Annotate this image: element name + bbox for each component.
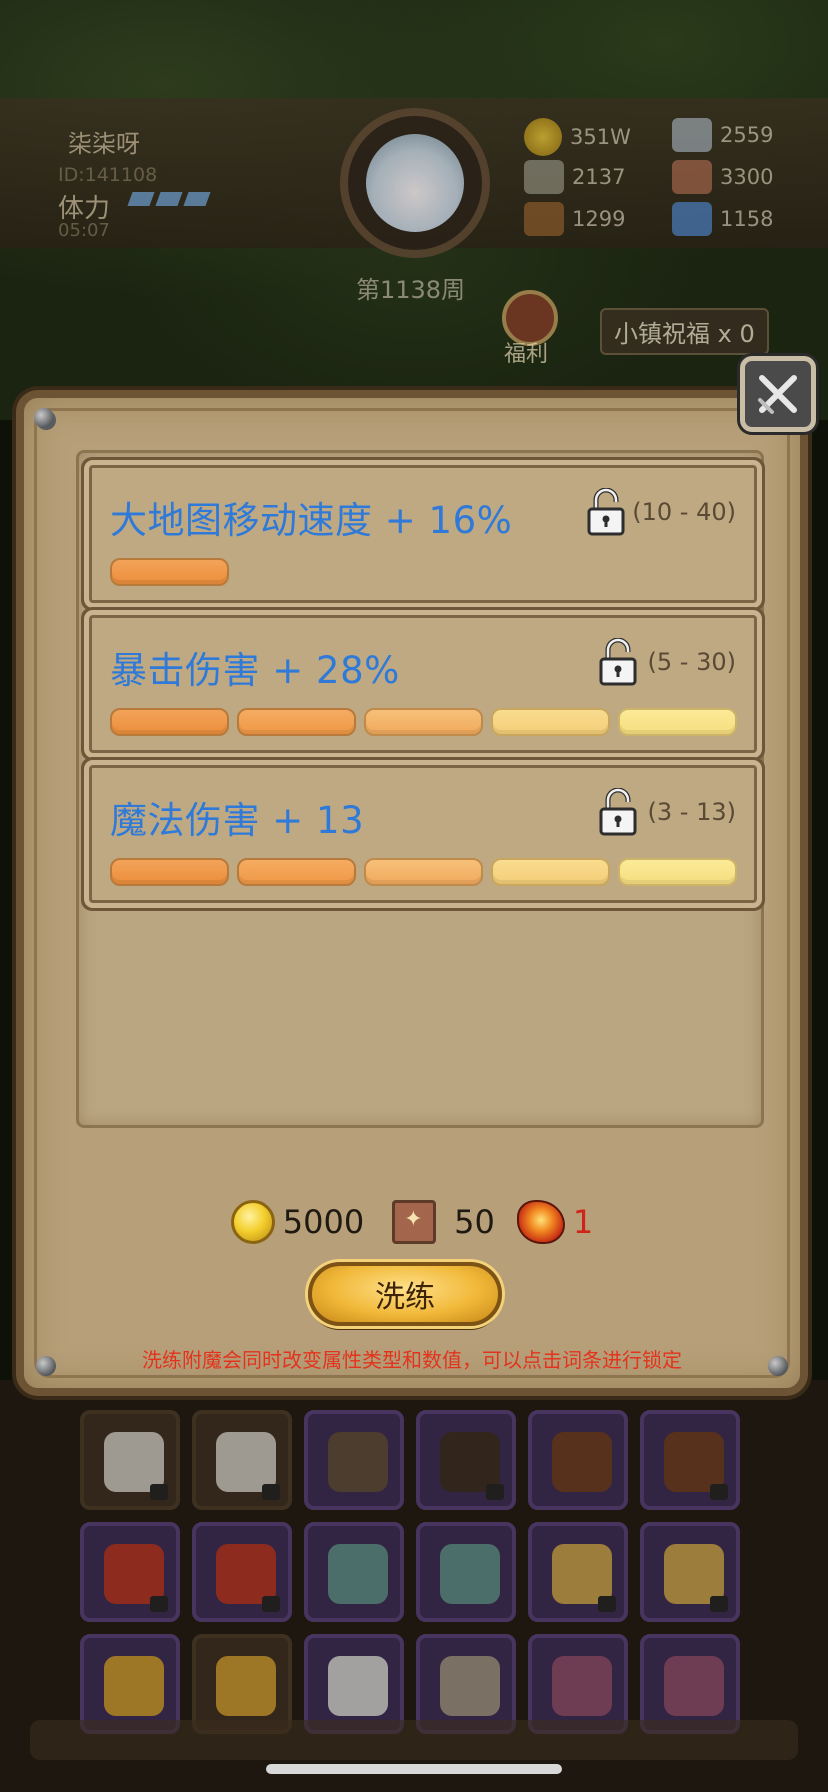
inventory-slot[interactable] [416,1410,516,1510]
bottom-bar [30,1720,798,1760]
attribute-name: 魔法伤害 + 13 [110,799,365,842]
inventory-slot[interactable] [192,1634,292,1734]
resource-crystal: 1158 [672,202,773,236]
player-id: ID:141108 [58,164,158,186]
inventory-slot[interactable] [80,1522,180,1622]
week-label: 第1138周 [356,276,466,304]
home-indicator [266,1764,562,1774]
inventory-slot[interactable] [304,1522,404,1622]
gold-coin-icon [524,118,562,156]
inventory-slot[interactable] [80,1410,180,1510]
cost-ore-value: 1 [572,1203,594,1241]
quality-bar-segment [110,558,229,586]
inventory-slot[interactable] [80,1634,180,1734]
attribute-row[interactable]: 暴击伤害 + 28% (5 - 30) [89,615,757,753]
player-name: 柒柒呀 [68,130,140,158]
avatar[interactable] [340,108,490,258]
crossed-swords-icon [758,375,797,414]
stamina-timer: 05:07 [58,220,110,241]
attribute-name: 暴击伤害 + 28% [110,649,400,692]
scroll-icon [672,160,712,194]
blue-crystal-icon [672,202,712,236]
unlocked-padlock-icon[interactable] [598,788,638,836]
quality-bar-segment [110,708,229,736]
cost-ore: 1 [516,1200,594,1244]
inventory-slot[interactable] [640,1522,740,1622]
avatar-portrait [366,134,464,232]
attribute-range: (3 - 13) [647,798,736,826]
inventory-slot[interactable] [192,1410,292,1510]
rivet [34,408,54,428]
stamina-pips [127,192,211,206]
inventory-slot[interactable] [304,1634,404,1734]
resource-gold: 351W [524,118,631,156]
cost-scroll: 50 [392,1200,495,1244]
cost-scroll-value: 50 [454,1203,495,1241]
inventory-slot[interactable] [304,1410,404,1510]
enchant-dialog: 大地图移动速度 + 16% (10 - 40) 暴击伤害 + 28% (5 - … [16,390,808,1396]
wash-cost: 5000 50 1 [24,1200,800,1244]
enchant-scroll-icon [392,1200,437,1244]
inventory-slot[interactable] [416,1634,516,1734]
quality-bar-segment [364,708,483,736]
inventory-slot[interactable] [528,1634,628,1734]
quality-bar-segment [237,858,356,886]
wash-hint-text: 洗练附魔会同时改变属性类型和数值，可以点击词条进行锁定 [142,1348,682,1372]
resource-stone: 2137 [524,160,625,194]
welfare-label: 福利 [504,342,549,367]
close-button[interactable] [740,356,816,432]
quality-bar-segment [237,708,356,736]
inventory-grid [80,1410,748,1734]
resource-iron: 2559 [672,118,773,152]
cost-gold-value: 5000 [282,1203,365,1241]
inventory-slot[interactable] [640,1634,740,1734]
iron-ingot-icon [672,118,712,152]
attribute-row[interactable]: 大地图移动速度 + 16% (10 - 40) [89,465,757,603]
quality-bar-segment [110,858,229,886]
inventory-slot[interactable] [528,1522,628,1622]
attribute-list-panel: 大地图移动速度 + 16% (10 - 40) 暴击伤害 + 28% (5 - … [76,450,764,1128]
attribute-range: (10 - 40) [632,498,736,526]
attribute-quality-bars [110,708,737,736]
inventory-slot[interactable] [528,1410,628,1510]
inventory-slot[interactable] [640,1410,740,1510]
resource-scroll: 3300 [672,160,773,194]
attribute-row[interactable]: 魔法伤害 + 13 (3 - 13) [89,765,757,903]
unlocked-padlock-icon[interactable] [598,638,638,686]
quality-bar-segment [491,858,610,886]
wash-button[interactable]: 洗练 [308,1262,502,1326]
quality-bar-segment [618,858,737,886]
town-blessing-badge[interactable]: 小镇祝福 x 0 [600,308,769,355]
cost-gold: 5000 [230,1200,365,1244]
quality-bar-segment [618,708,737,736]
resource-wood: 1299 [524,202,625,236]
attribute-range: (5 - 30) [647,648,736,676]
quality-bar-segment [364,858,483,886]
stone-ore-icon [524,160,564,194]
attribute-quality-bars [110,558,229,586]
unlocked-padlock-icon[interactable] [586,488,626,536]
inventory-slot[interactable] [416,1522,516,1622]
gold-coin-icon [230,1200,275,1244]
inventory-slot[interactable] [192,1522,292,1622]
quality-bar-segment [491,708,610,736]
attribute-quality-bars [110,858,737,886]
wood-log-icon [524,202,564,236]
attribute-name: 大地图移动速度 + 16% [110,499,513,542]
fire-ore-icon [516,1200,565,1244]
